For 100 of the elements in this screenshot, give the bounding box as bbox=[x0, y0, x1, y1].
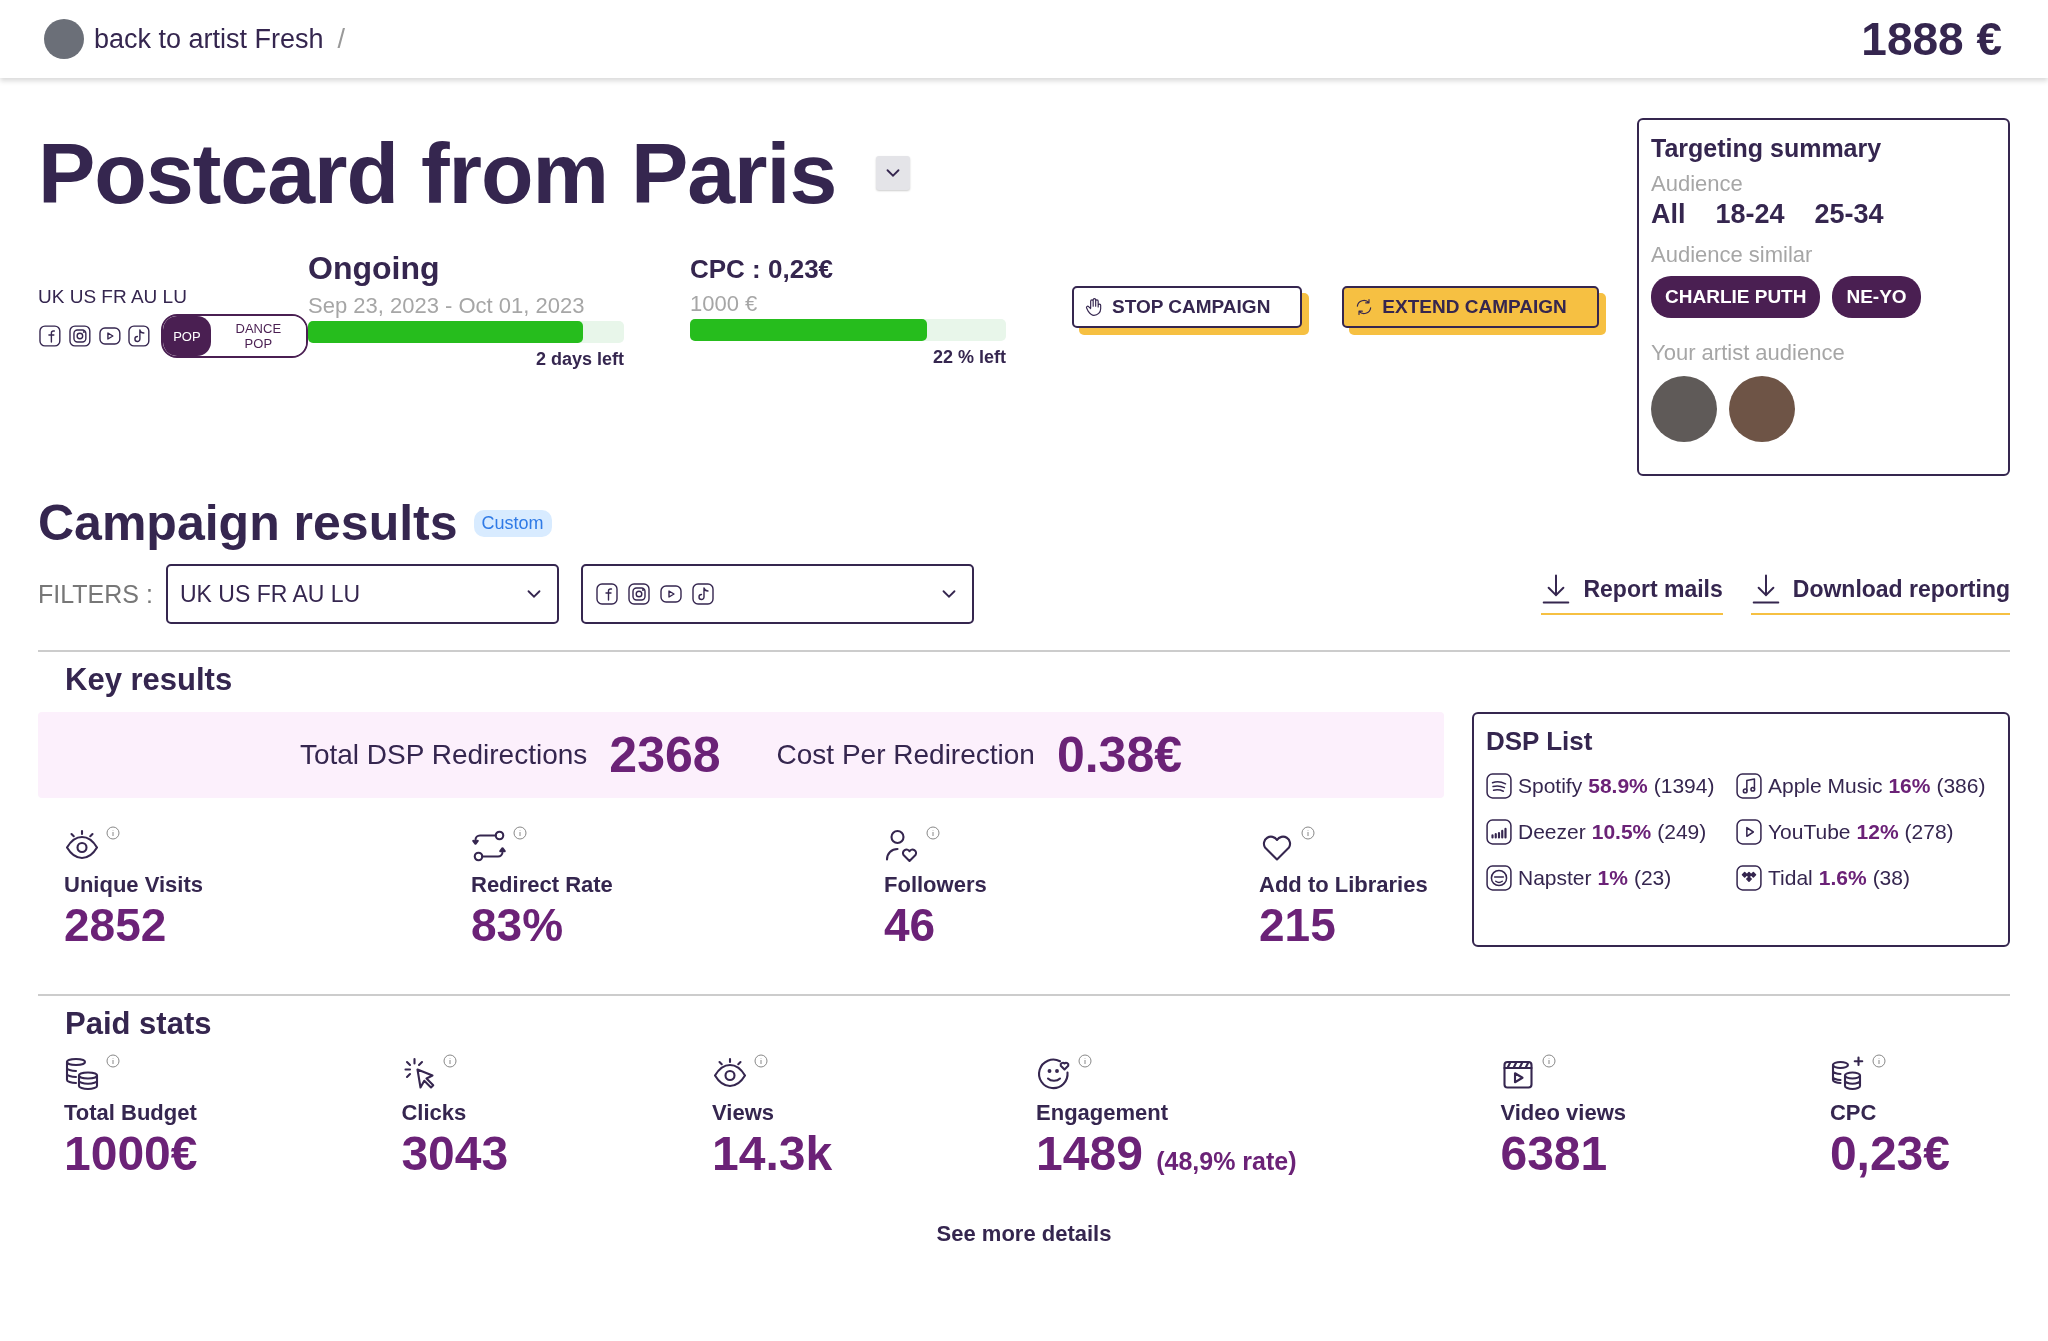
section-title: Paid stats bbox=[65, 1006, 213, 1042]
platform-filter-dropdown[interactable] bbox=[581, 564, 974, 624]
youtube-icon bbox=[97, 324, 122, 348]
back-link[interactable]: back to artist Fresh bbox=[94, 23, 324, 55]
dsp-share: 58.9% bbox=[1588, 774, 1648, 798]
status-badge: Custom bbox=[473, 509, 552, 537]
metric-label: Unique Visits bbox=[64, 872, 204, 898]
dsp-share: 12% bbox=[1856, 820, 1899, 844]
country-list: UK US FR AU LU bbox=[38, 286, 308, 308]
download-icon bbox=[1541, 573, 1572, 605]
metric-value: 1489 (48,9% rate) bbox=[1036, 1126, 1297, 1181]
status-label: Ongoing bbox=[308, 250, 441, 287]
diamond-dots-icon bbox=[1736, 865, 1762, 891]
artist-tag: CHARLIE PUTH bbox=[1651, 276, 1821, 318]
age-range: All bbox=[1651, 199, 1686, 230]
info-icon[interactable] bbox=[106, 826, 120, 840]
tiktok-icon bbox=[127, 324, 152, 348]
dsp-share: 16% bbox=[1888, 774, 1931, 798]
download-link[interactable]: Download reporting bbox=[1750, 573, 2010, 615]
music-note-icon bbox=[1736, 773, 1762, 799]
dsp-name: Spotify bbox=[1518, 774, 1583, 798]
age-range: 25-34 bbox=[1814, 199, 1884, 230]
info-icon[interactable] bbox=[1301, 826, 1315, 840]
download-link[interactable]: Report mails bbox=[1541, 573, 1723, 615]
dsp-name: Deezer bbox=[1518, 820, 1586, 844]
dsp-count: (38) bbox=[1872, 866, 1910, 890]
instagram-icon bbox=[67, 324, 92, 348]
dsp-share: 10.5% bbox=[1591, 820, 1652, 844]
date-range: Sep 23, 2023 - Oct 01, 2023 bbox=[308, 293, 586, 319]
campaign-dropdown-button[interactable] bbox=[876, 156, 911, 190]
info-icon[interactable] bbox=[926, 826, 940, 840]
age-range: 18-24 bbox=[1715, 199, 1785, 230]
play-icon bbox=[1736, 819, 1762, 845]
metric-note: (48,9% rate) bbox=[1156, 1147, 1297, 1175]
metric-label: Engagement bbox=[1036, 1100, 1170, 1126]
info-icon[interactable] bbox=[443, 1054, 458, 1068]
info-icon[interactable] bbox=[1542, 1054, 1557, 1068]
redirect-arrows-icon bbox=[471, 828, 507, 864]
dsp-count: (278) bbox=[1904, 820, 1954, 844]
info-icon[interactable] bbox=[106, 1054, 120, 1068]
metric-value: 6381 bbox=[1500, 1126, 1609, 1181]
facebook-icon bbox=[595, 582, 619, 606]
metric-value: 0,23€ bbox=[1829, 1126, 1950, 1181]
metric-label: Redirect Rate bbox=[471, 872, 614, 898]
balance-amount: 1888 € bbox=[1861, 12, 2002, 66]
artist-tag: NE-YO bbox=[1832, 276, 1921, 318]
metric-label: Add to Libraries bbox=[1259, 872, 1429, 898]
artist-audience-label: Your artist audience bbox=[1651, 340, 1846, 366]
dsp-name: Tidal bbox=[1768, 866, 1813, 890]
cpc-label: CPC : 0,23€ bbox=[690, 254, 835, 285]
coin-stack-plus-icon bbox=[1829, 1056, 1866, 1092]
dsp-count: (249) bbox=[1657, 820, 1707, 844]
info-icon[interactable] bbox=[754, 1054, 769, 1068]
dsp-name: Apple Music bbox=[1768, 774, 1883, 798]
dsp-name: Napster bbox=[1518, 866, 1592, 890]
metric-label: Total Budget bbox=[64, 1100, 198, 1126]
audience-label: Audience bbox=[1651, 171, 1744, 197]
info-icon[interactable] bbox=[513, 826, 527, 840]
filters-label: FILTERS : bbox=[38, 579, 154, 609]
info-icon[interactable] bbox=[1871, 1054, 1886, 1068]
metric-label: CPC bbox=[1829, 1100, 1878, 1126]
tiktok-icon bbox=[691, 582, 715, 606]
coin-stack-icon bbox=[64, 1056, 100, 1092]
campaign-title: Postcard from Paris bbox=[38, 123, 837, 223]
info-icon[interactable] bbox=[1078, 1054, 1093, 1068]
download-icon bbox=[1750, 573, 1781, 605]
metric-label: Views bbox=[712, 1100, 776, 1126]
see-more-link[interactable]: See more details bbox=[936, 1221, 1112, 1246]
youtube-icon bbox=[659, 582, 683, 606]
metric-value: 14.3k bbox=[712, 1126, 833, 1181]
summary-label: Cost Per Redirection bbox=[776, 739, 1035, 771]
dsp-name: YouTube bbox=[1768, 820, 1851, 844]
sound-waves-icon bbox=[1486, 773, 1512, 799]
budget-remaining: 22 % left bbox=[931, 347, 1006, 368]
budget-amount: 1000 € bbox=[690, 291, 759, 317]
metric-value: 215 bbox=[1259, 898, 1337, 952]
dsp-share: 1% bbox=[1597, 866, 1628, 890]
section-title: Campaign results bbox=[38, 494, 458, 552]
genre-tag[interactable]: POP bbox=[163, 316, 211, 356]
country-filter-dropdown[interactable]: UK US FR AU LU bbox=[166, 564, 559, 624]
dsp-count: (1394) bbox=[1653, 774, 1715, 798]
dsp-count: (23) bbox=[1633, 866, 1672, 890]
summary-label: Total DSP Redirections bbox=[299, 739, 588, 771]
card-title: Targeting summary bbox=[1651, 134, 1883, 163]
metric-label: Video views bbox=[1500, 1100, 1626, 1126]
card-title: DSP List bbox=[1486, 726, 1594, 757]
metric-label: Clicks bbox=[401, 1100, 468, 1126]
instagram-icon bbox=[627, 582, 651, 606]
summary-value: 0.38€ bbox=[1056, 726, 1183, 784]
person-heart-icon bbox=[884, 828, 920, 864]
audience-similar-label: Audience similar bbox=[1651, 242, 1814, 268]
dsp-share: 1.6% bbox=[1818, 866, 1867, 890]
time-remaining: 2 days left bbox=[534, 349, 624, 370]
metric-value: 83% bbox=[471, 898, 565, 952]
summary-value: 2368 bbox=[609, 726, 721, 784]
breadcrumb-separator: / bbox=[337, 23, 346, 55]
section-title: Key results bbox=[65, 662, 234, 698]
hand-icon bbox=[1084, 297, 1104, 317]
dsp-count: (386) bbox=[1936, 774, 1986, 798]
metric-label: Followers bbox=[884, 872, 988, 898]
